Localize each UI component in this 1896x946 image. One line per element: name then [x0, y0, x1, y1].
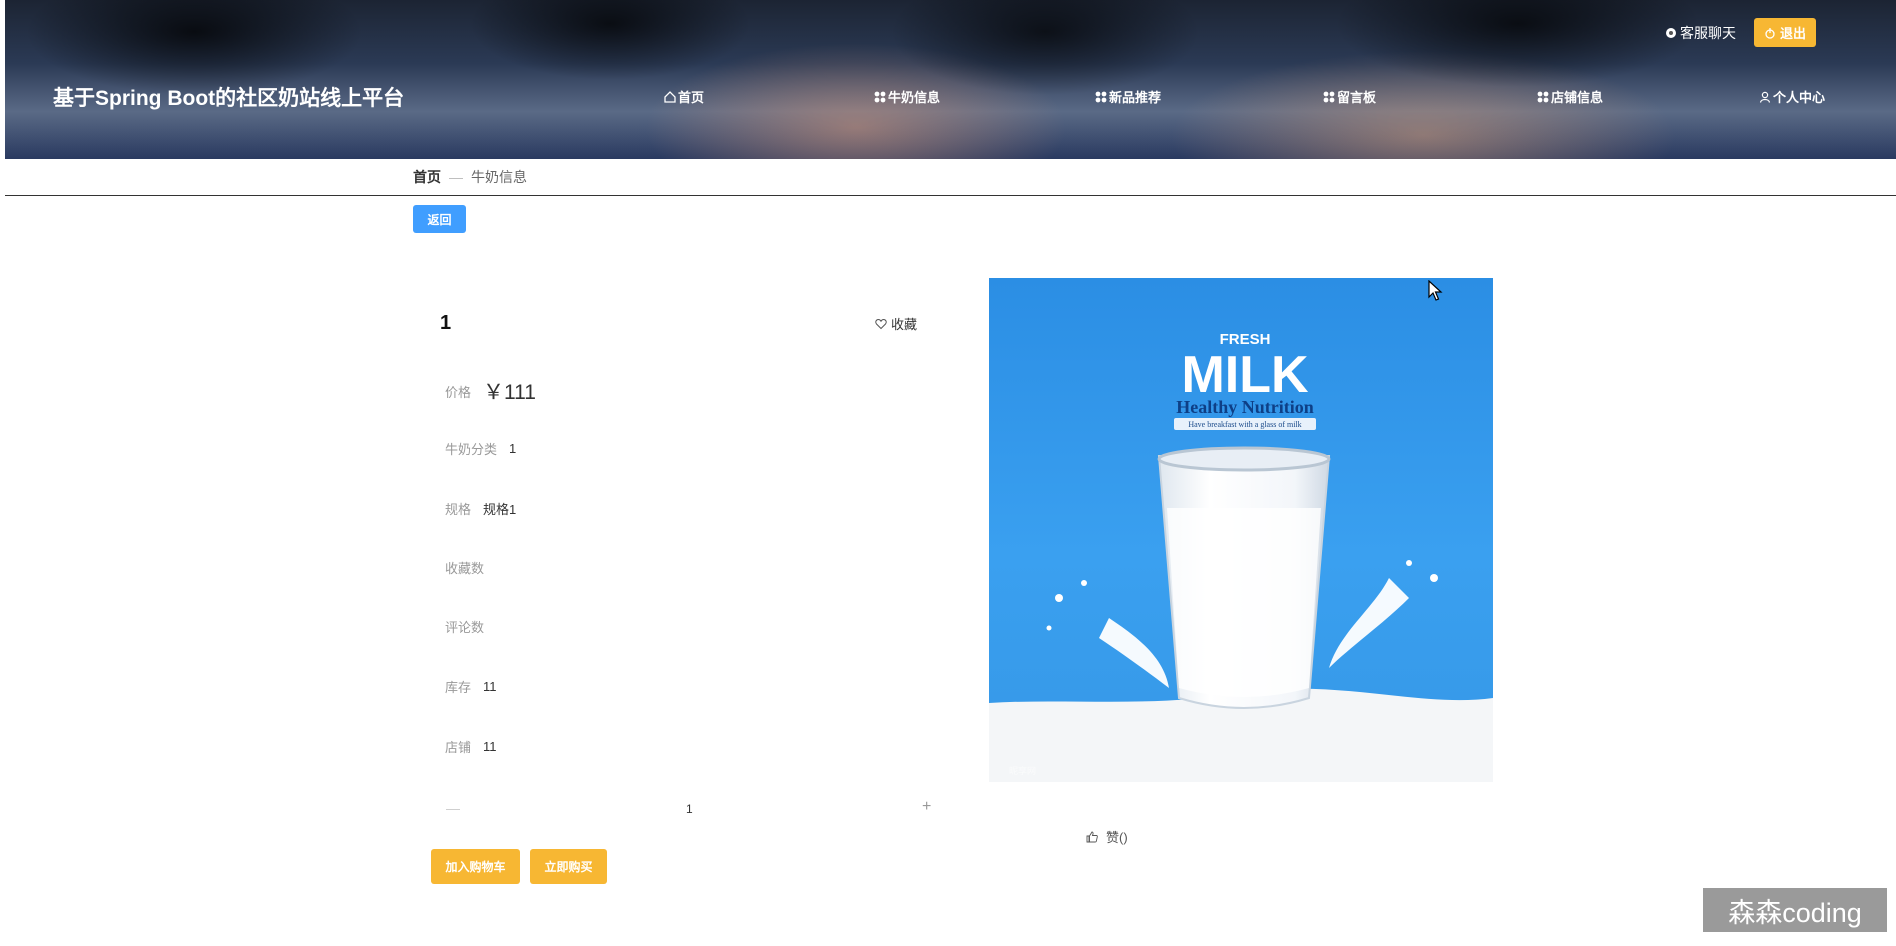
nav-item-new-products[interactable]: 新品推荐 — [1095, 87, 1161, 106]
watermark: 森森coding — [1703, 888, 1887, 932]
user-icon — [1759, 91, 1771, 103]
field-price: 价格 ￥111 — [445, 376, 536, 406]
field-label: 规格 — [445, 502, 472, 517]
nav-item-milk-info[interactable]: 牛奶信息 — [874, 87, 940, 106]
nav-item-home[interactable]: 首页 — [664, 87, 704, 106]
logout-button[interactable]: 退出 — [1753, 18, 1816, 47]
grid-icon — [1323, 91, 1335, 102]
spec-value: 规格1 — [483, 502, 517, 517]
chat-icon — [1665, 27, 1676, 38]
add-to-cart-button[interactable]: 加入购物车 — [431, 849, 520, 884]
breadcrumb-home[interactable]: 首页 — [413, 167, 441, 187]
field-comment-count: 评论数 — [445, 617, 496, 636]
image-subtitle-text: Healthy Nutrition — [1176, 397, 1314, 417]
quantity-stepper: — 1 + — [440, 798, 940, 820]
heart-icon — [875, 318, 887, 329]
logout-label: 退出 — [1779, 26, 1806, 41]
like-label: 赞() — [1106, 830, 1128, 845]
breadcrumb: 首页 — 牛奶信息 — [413, 167, 527, 187]
quantity-value[interactable]: 1 — [686, 802, 693, 816]
grid-icon — [1537, 91, 1549, 102]
customer-chat-link[interactable]: 客服聊天 — [1665, 23, 1736, 43]
image-corner-mark: 昵享网 — [1009, 765, 1036, 776]
thumbs-up-icon — [1086, 831, 1098, 842]
buy-now-button[interactable]: 立即购买 — [530, 849, 607, 884]
field-label: 牛奶分类 — [445, 442, 498, 457]
product-image: FRESH MILK Healthy Nutrition Have breakf… — [989, 278, 1493, 782]
breadcrumb-separator: — — [449, 169, 463, 185]
grid-icon — [874, 91, 886, 102]
image-tagline-text: Have breakfast with a glass of milk — [1188, 420, 1301, 429]
power-icon — [1765, 27, 1775, 39]
field-label: 库存 — [445, 680, 472, 695]
nav-label: 新品推荐 — [1109, 90, 1162, 105]
field-label: 店铺 — [445, 740, 472, 755]
decrease-button[interactable]: — — [446, 800, 460, 816]
nav-item-personal-center[interactable]: 个人中心 — [1759, 87, 1825, 106]
nav-label: 个人中心 — [1773, 90, 1826, 105]
home-icon — [664, 90, 676, 103]
back-button[interactable]: 返回 — [413, 205, 466, 233]
grid-icon — [1095, 91, 1107, 102]
stock-value: 11 — [483, 679, 497, 694]
field-label: 收藏数 — [445, 561, 485, 576]
mouse-cursor-icon — [1428, 280, 1443, 301]
image-milk-text: MILK — [1181, 346, 1309, 404]
field-fav-count: 收藏数 — [445, 558, 496, 577]
field-spec: 规格 规格1 — [445, 499, 516, 518]
nav-label: 牛奶信息 — [888, 90, 941, 105]
nav-item-shop-info[interactable]: 店铺信息 — [1537, 87, 1603, 106]
site-header: 基于Spring Boot的社区奶站线上平台 客服聊天 退出 首页 牛奶信息 新… — [5, 0, 1896, 159]
price-value: ￥111 — [483, 381, 536, 404]
nav-label: 店铺信息 — [1551, 90, 1604, 105]
main-nav: 首页 牛奶信息 新品推荐 留言板 店铺信息 个人中心 — [5, 87, 1896, 107]
product-title: 1 — [440, 312, 452, 334]
breadcrumb-current: 牛奶信息 — [471, 169, 527, 185]
field-shop: 店铺 11 — [445, 737, 497, 756]
field-label: 价格 — [445, 384, 472, 400]
increase-button[interactable]: + — [922, 798, 931, 816]
category-value: 1 — [509, 441, 517, 456]
favorite-button[interactable]: 收藏 — [875, 314, 917, 333]
field-label: 评论数 — [445, 620, 485, 635]
milk-illustration: FRESH MILK Healthy Nutrition Have breakf… — [989, 331, 1493, 782]
like-button[interactable]: 赞() — [1086, 827, 1128, 846]
nav-item-message-board[interactable]: 留言板 — [1323, 87, 1376, 106]
field-stock: 库存 11 — [445, 677, 497, 696]
nav-label: 留言板 — [1337, 90, 1377, 105]
chat-label: 客服聊天 — [1679, 24, 1736, 41]
field-category: 牛奶分类 1 — [445, 439, 516, 458]
shop-value: 11 — [483, 739, 497, 754]
top-actions: 客服聊天 退出 — [1665, 18, 1816, 47]
nav-label: 首页 — [678, 90, 705, 105]
favorite-label: 收藏 — [891, 317, 918, 332]
breadcrumb-bar — [5, 159, 1896, 196]
